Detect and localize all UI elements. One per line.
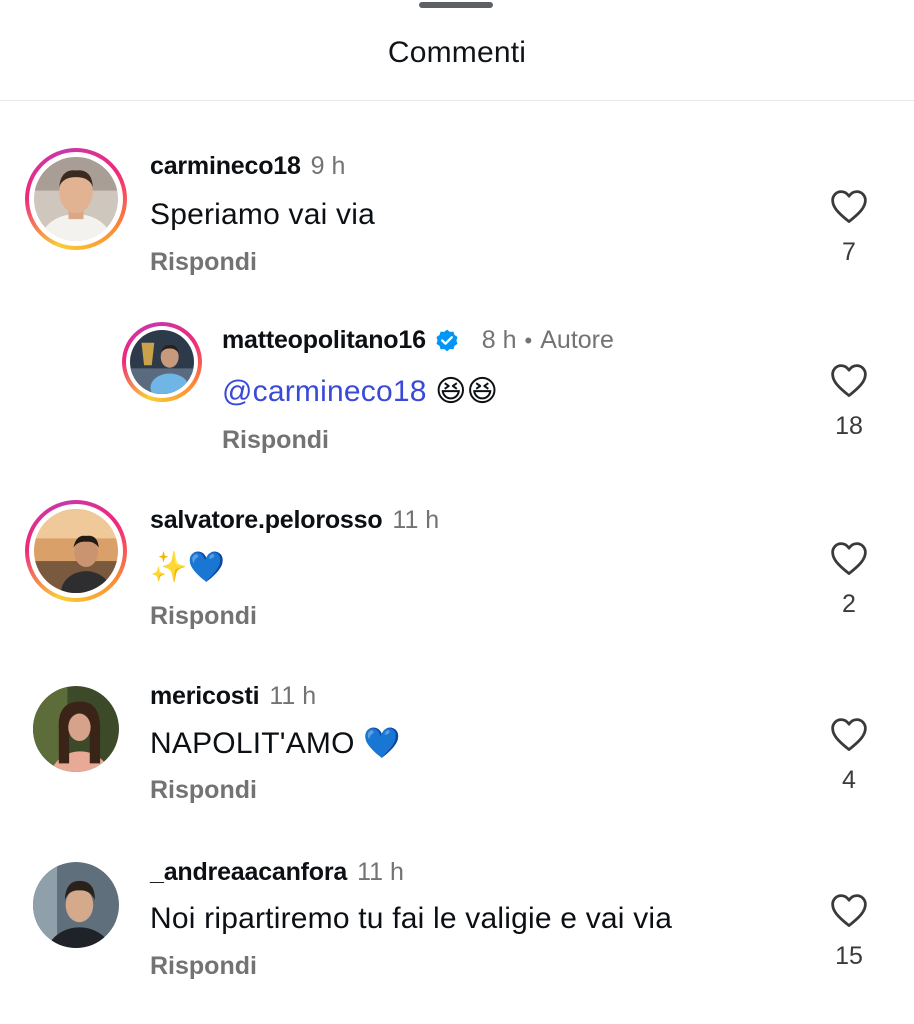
reply-button[interactable]: Rispondi	[150, 248, 257, 277]
comment-time: 9 h	[310, 152, 346, 180]
reply-button[interactable]: Rispondi	[150, 602, 257, 631]
like-button[interactable]: 4	[826, 716, 872, 795]
sheet-handle[interactable]	[419, 2, 493, 8]
heart-outline-icon	[831, 364, 867, 397]
reply-button[interactable]: Rispondi	[150, 952, 257, 981]
heart-outline-icon	[831, 190, 867, 223]
sheet-divider	[0, 100, 914, 101]
like-count: 2	[842, 590, 856, 618]
like-button[interactable]: 18	[826, 362, 872, 441]
comment-text: ✨💙	[150, 550, 226, 585]
comment-time: 11 h	[357, 858, 404, 886]
comment-text: Noi ripartiremo tu fai le valigie e vai …	[150, 902, 673, 935]
like-button[interactable]: 2	[826, 540, 872, 619]
author-badge: Autore	[540, 326, 614, 354]
heart-outline-icon	[831, 894, 867, 927]
comment-text: NAPOLIT'AMO 💙	[150, 727, 401, 760]
reply-button[interactable]: Rispondi	[222, 426, 329, 455]
avatar[interactable]	[33, 686, 119, 772]
like-button[interactable]: 15	[826, 892, 872, 971]
like-count: 18	[835, 412, 863, 440]
comment-username[interactable]: salvatore.pelorosso	[150, 506, 383, 535]
comment-time: 11 h	[269, 682, 317, 710]
comment-time: 8 h	[481, 326, 517, 354]
like-count: 4	[842, 766, 856, 794]
comment-username[interactable]: matteopolitano16	[222, 326, 426, 355]
reply-button[interactable]: Rispondi	[150, 776, 257, 805]
comment-username[interactable]: _andreaacanfora	[150, 858, 347, 887]
comment-username[interactable]: mericosti	[150, 682, 260, 711]
avatar[interactable]	[25, 500, 127, 602]
comment-emoji: 😆😆	[435, 374, 499, 409]
avatar[interactable]	[33, 862, 119, 948]
like-count: 15	[835, 942, 863, 970]
separator-dot: •	[524, 327, 533, 353]
comment-time: 11 h	[392, 506, 440, 534]
comment-text: Speriamo vai via	[150, 198, 375, 231]
mention-link[interactable]: @carmineco18	[222, 375, 427, 408]
like-count: 7	[842, 238, 856, 266]
sheet-title: Commenti	[387, 36, 527, 69]
like-button[interactable]: 7	[826, 188, 872, 267]
avatar[interactable]	[25, 148, 127, 250]
verified-badge-icon	[436, 329, 458, 351]
heart-outline-icon	[831, 542, 867, 575]
avatar[interactable]	[122, 322, 202, 402]
comment-text: @carmineco18 😆😆	[222, 374, 498, 409]
heart-outline-icon	[831, 718, 867, 751]
comment-username[interactable]: carmineco18	[150, 152, 301, 181]
